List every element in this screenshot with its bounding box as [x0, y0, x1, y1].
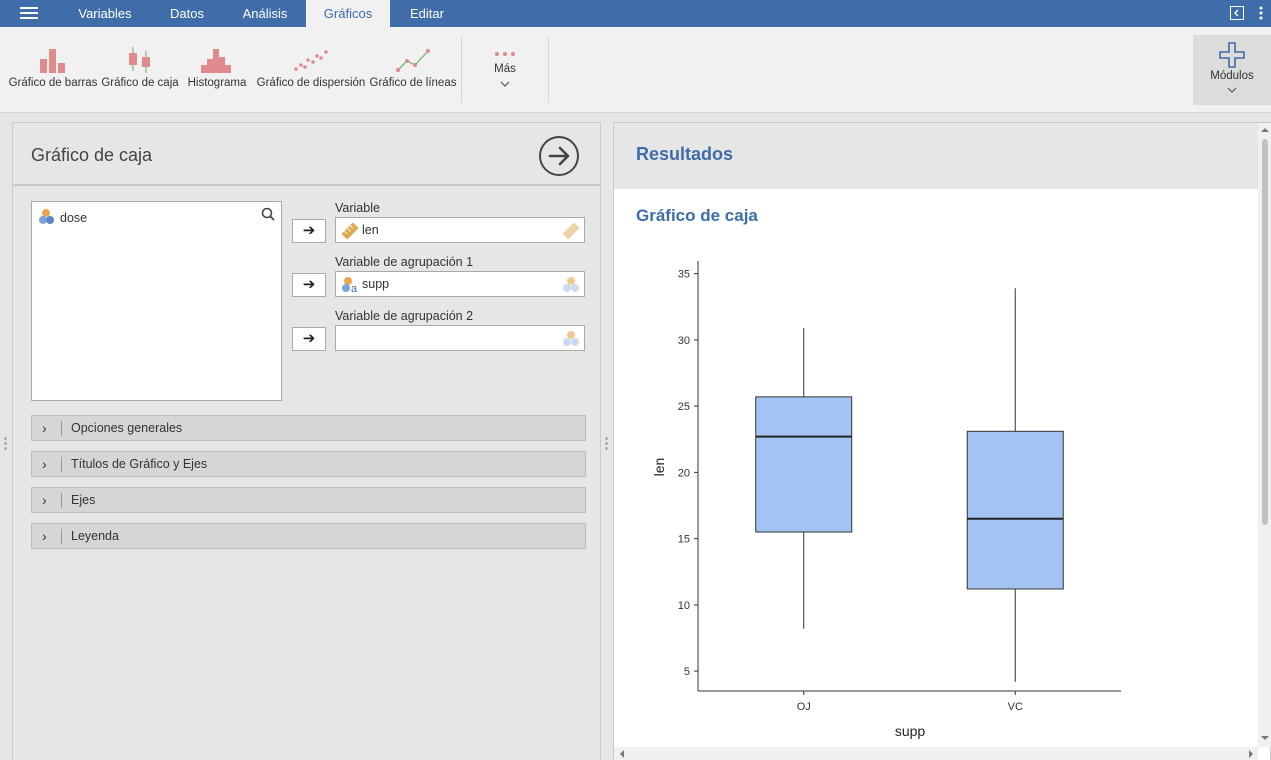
variable-value: len: [362, 223, 379, 237]
section-ejes[interactable]: › Ejes: [31, 487, 586, 513]
nominal-text-variable-icon: a: [342, 277, 358, 294]
scatter-icon: [294, 50, 328, 71]
y-axis-label: len: [651, 458, 667, 477]
box-OJ: [755, 396, 853, 533]
options-title: Gráfico de caja: [31, 145, 153, 165]
panel-divider: [13, 184, 600, 186]
panel-resize-grip[interactable]: [605, 437, 608, 451]
continuous-type-icon: [562, 222, 580, 240]
options-panel: Gráfico de caja dose ➔ Variable len ➔ Va…: [12, 122, 601, 760]
svg-text:a: a: [351, 283, 358, 294]
nominal-type-icon: [563, 277, 579, 292]
x-tick-label: VC: [1008, 701, 1023, 713]
scatter-plot-button[interactable]: Gráfico de dispersión: [254, 39, 368, 99]
y-tick-label: 15: [678, 534, 690, 546]
histogram-icon: [201, 49, 231, 73]
plus-icon: [1219, 42, 1245, 68]
bar-chart-button[interactable]: Gráfico de barras: [6, 39, 100, 99]
collapse-panel-icon[interactable]: [1230, 6, 1244, 20]
group1-target-box[interactable]: a supp: [335, 271, 585, 297]
modules-button[interactable]: Módulos: [1193, 35, 1271, 105]
group1-label: Variable de agrupación 1: [335, 255, 474, 269]
left-resize-grip[interactable]: [4, 437, 7, 451]
x-tick-label: OJ: [797, 701, 811, 713]
more-button[interactable]: Más: [478, 39, 532, 99]
vertical-scroll-thumb[interactable]: [1262, 139, 1268, 525]
box-plot-button[interactable]: Gráfico de caja: [100, 39, 180, 99]
ribbon-separator: [548, 37, 549, 103]
tab-editar[interactable]: Editar: [390, 0, 464, 27]
move-to-group1-button[interactable]: ➔: [292, 273, 326, 297]
line-chart-button[interactable]: Gráfico de líneas: [368, 39, 458, 99]
move-to-group2-button[interactable]: ➔: [292, 327, 326, 351]
results-title: Resultados: [636, 144, 734, 164]
y-tick-label: 20: [678, 467, 690, 479]
tab-datos[interactable]: Datos: [150, 0, 224, 27]
box-plot-chart: 5 10 15 20 25 30 35 OJ VC supp len: [651, 261, 1121, 739]
continuous-variable-icon: [341, 222, 359, 240]
chevron-right-icon: ›: [42, 528, 47, 544]
search-icon[interactable]: [261, 207, 275, 221]
y-tick-label: 30: [678, 335, 690, 347]
y-tick-label: 10: [678, 600, 690, 612]
results-panel: Resultados Gráfico de caja 5 10 15 20 25 30 35…: [613, 122, 1271, 760]
horizontal-scrollbar[interactable]: [614, 747, 1258, 760]
scroll-left-icon[interactable]: [617, 747, 627, 760]
chevron-down-icon: [1227, 87, 1237, 93]
tab-analisis[interactable]: Análisis: [224, 0, 306, 27]
more-options-icon[interactable]: [1258, 6, 1264, 21]
line-chart-icon: [396, 49, 430, 72]
ribbon-separator: [461, 37, 462, 103]
nominal-variable-icon: [39, 209, 54, 224]
available-variables-list[interactable]: dose: [31, 201, 282, 401]
histogram-button[interactable]: Histograma: [183, 39, 251, 99]
top-menu-bar: Variables Datos Análisis Gráficos Editar: [0, 0, 1271, 27]
chevron-right-icon: ›: [42, 492, 47, 508]
vertical-scrollbar[interactable]: [1258, 123, 1271, 747]
scroll-right-icon[interactable]: [1246, 747, 1256, 760]
ribbon-toolbar: Gráfico de barras Gráfico de caja Histog…: [0, 27, 1271, 113]
y-tick-label: 5: [684, 666, 690, 678]
box-plot-icon: [129, 47, 150, 73]
tab-variables[interactable]: Variables: [60, 0, 150, 27]
y-tick-label: 35: [678, 269, 690, 281]
move-to-variable-button[interactable]: ➔: [292, 219, 326, 243]
x-axis-label: supp: [895, 723, 926, 739]
section-leyenda[interactable]: › Leyenda: [31, 523, 586, 549]
section-opciones-generales[interactable]: › Opciones generales: [31, 415, 586, 441]
box-VC: [966, 430, 1064, 590]
more-dots-icon: [495, 52, 515, 56]
results-header: Resultados: [614, 123, 1271, 189]
scroll-down-icon[interactable]: [1258, 733, 1271, 743]
section-titulos[interactable]: › Títulos de Gráfico y Ejes: [31, 451, 586, 477]
variable-label: Variable: [335, 201, 380, 215]
tab-graficos[interactable]: Gráficos: [306, 0, 390, 27]
chevron-right-icon: ›: [42, 420, 47, 436]
group1-value: supp: [362, 277, 390, 291]
bar-chart-icon: [40, 49, 65, 73]
hamburger-menu-icon[interactable]: [20, 7, 38, 20]
results-subtitle: Gráfico de caja: [636, 206, 758, 225]
y-tick-label: 25: [678, 401, 690, 413]
group2-target-box[interactable]: [335, 325, 585, 351]
arrow-right-icon: [548, 146, 570, 166]
scroll-up-icon[interactable]: [1258, 125, 1271, 135]
chevron-right-icon: ›: [42, 456, 47, 472]
go-to-results-button[interactable]: [539, 136, 579, 176]
chevron-down-icon: [500, 81, 510, 87]
variable-target-box[interactable]: len: [335, 217, 585, 243]
group2-label: Variable de agrupación 2: [335, 309, 474, 323]
nominal-type-icon: [563, 331, 579, 346]
